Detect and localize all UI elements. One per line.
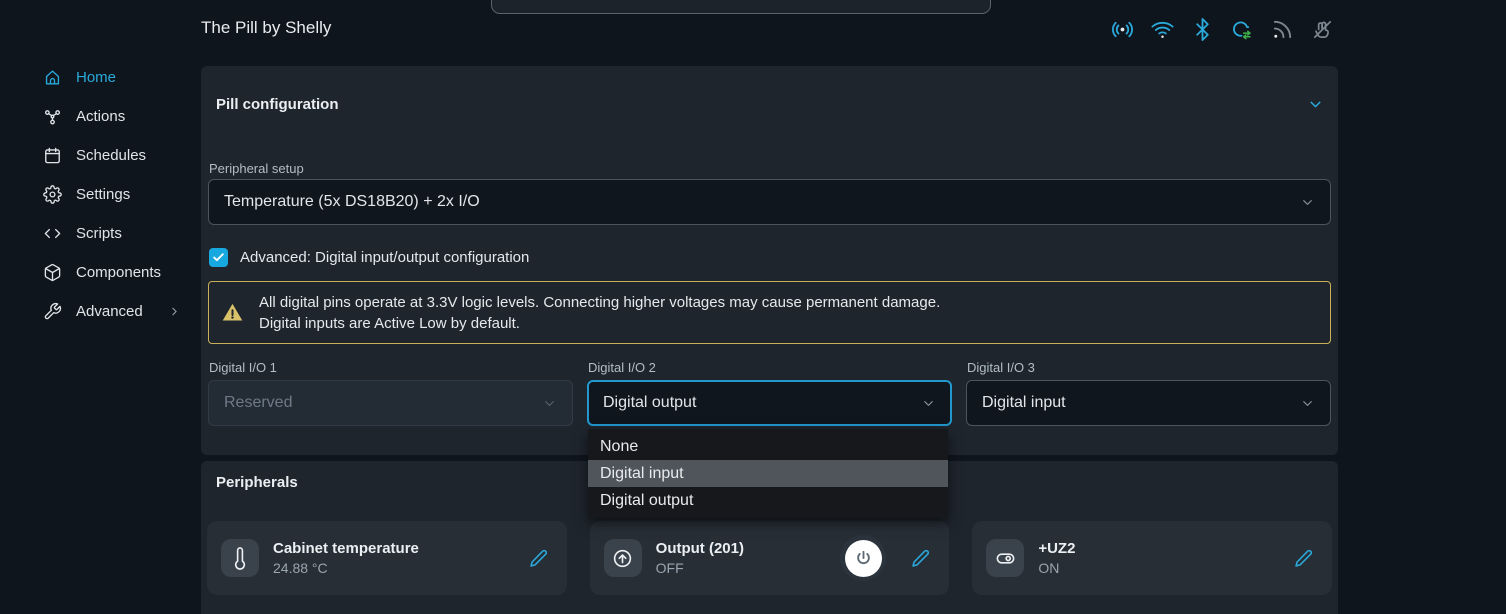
actions-icon	[43, 107, 62, 126]
sidebar-item-advanced[interactable]: Advanced	[0, 292, 200, 331]
wrench-icon	[43, 302, 62, 321]
dropdown-option-digital-input[interactable]: Digital input	[588, 460, 948, 487]
power-toggle-button[interactable]	[840, 535, 886, 581]
sidebar-item-settings[interactable]: Settings	[0, 175, 200, 214]
status-bar	[1110, 16, 1334, 42]
sidebar: Home Actions Schedules Settings Scripts …	[0, 58, 200, 331]
bluetooth-icon	[1190, 16, 1214, 42]
digital-io-2-field: Digital I/O 2 Digital output	[587, 360, 952, 426]
warning-icon	[221, 301, 244, 324]
sidebar-item-label: Actions	[76, 108, 125, 125]
home-icon	[43, 68, 62, 87]
calendar-icon	[43, 146, 62, 165]
sidebar-item-label: Scripts	[76, 225, 122, 242]
checkbox-label: Advanced: Digital input/output configura…	[240, 249, 529, 266]
search-input[interactable]	[491, 0, 991, 14]
panel-title: Peripherals	[216, 474, 298, 491]
dropdown-option-digital-output[interactable]: Digital output	[588, 487, 948, 514]
code-icon	[43, 224, 62, 243]
power-icon	[845, 540, 882, 577]
digital-io-1-value: Reserved	[224, 394, 292, 412]
gear-icon	[43, 185, 62, 204]
dropdown-option-none[interactable]: None	[588, 433, 948, 460]
output-icon	[604, 539, 642, 577]
digital-io-2-value: Digital output	[603, 394, 696, 412]
sidebar-item-label: Settings	[76, 186, 130, 203]
sidebar-item-home[interactable]: Home	[0, 58, 200, 97]
warning-banner: All digital pins operate at 3.3V logic l…	[208, 281, 1331, 344]
digital-io-3-label: Digital I/O 3	[967, 360, 1331, 375]
toggle-icon	[986, 539, 1024, 577]
cloud-sync-icon	[1230, 16, 1254, 42]
peripheral-info: +UZ2 ON	[1038, 540, 1279, 576]
peripheral-setup-label: Peripheral setup	[209, 161, 304, 176]
chevron-down-icon	[1300, 396, 1315, 411]
peripheral-name: Cabinet temperature	[273, 540, 514, 557]
peripheral-card-uz2: +UZ2 ON	[972, 521, 1332, 595]
chevron-down-icon[interactable]	[1307, 96, 1324, 113]
digital-io-row: Digital I/O 1 Reserved Digital I/O 2 Dig…	[208, 360, 1331, 426]
digital-io-3-field: Digital I/O 3 Digital input	[966, 360, 1331, 426]
page-title: The Pill by Shelly	[201, 18, 331, 38]
peripheral-status: OFF	[656, 560, 827, 576]
edit-button[interactable]	[1293, 548, 1314, 569]
chevron-down-icon	[542, 396, 557, 411]
digital-io-2-select[interactable]: Digital output	[587, 380, 952, 426]
peripheral-name: +UZ2	[1038, 540, 1279, 557]
wifi-icon	[1150, 16, 1174, 42]
thermometer-icon	[221, 539, 259, 577]
peripheral-status: ON	[1038, 560, 1279, 576]
peripheral-card-cabinet-temperature: Cabinet temperature 24.88 °C	[207, 521, 567, 595]
digital-io-1-select: Reserved	[208, 380, 573, 426]
gesture-disabled-icon	[1310, 16, 1334, 42]
chevron-down-icon	[1300, 195, 1315, 210]
digital-io-3-select[interactable]: Digital input	[966, 380, 1331, 426]
peripheral-setup-value: Temperature (5x DS18B20) + 2x I/O	[224, 193, 480, 211]
peripheral-name: Output (201)	[656, 540, 827, 557]
peripheral-info: Output (201) OFF	[656, 540, 827, 576]
edit-button[interactable]	[528, 548, 549, 569]
digital-io-1-field: Digital I/O 1 Reserved	[208, 360, 573, 426]
advanced-io-checkbox-row[interactable]: Advanced: Digital input/output configura…	[209, 248, 529, 267]
sidebar-item-actions[interactable]: Actions	[0, 97, 200, 136]
chevron-right-icon	[168, 305, 181, 318]
panel-title: Pill configuration	[216, 96, 339, 113]
peripherals-grid: Cabinet temperature 24.88 °C Output (201…	[207, 521, 1332, 595]
digital-io-3-value: Digital input	[982, 394, 1066, 412]
pill-configuration-panel: Pill configuration Peripheral setup Temp…	[201, 66, 1338, 455]
peripheral-card-output-201: Output (201) OFF	[590, 521, 950, 595]
sidebar-item-label: Schedules	[76, 147, 146, 164]
sidebar-item-label: Advanced	[76, 303, 143, 320]
sidebar-item-components[interactable]: Components	[0, 253, 200, 292]
edit-button[interactable]	[910, 548, 931, 569]
warning-line-2: Digital inputs are Active Low by default…	[259, 313, 940, 334]
rss-broadcast-icon	[1270, 16, 1294, 42]
chevron-down-icon	[921, 396, 936, 411]
peripheral-status: 24.88 °C	[273, 560, 514, 576]
warning-line-1: All digital pins operate at 3.3V logic l…	[259, 292, 940, 313]
sidebar-item-scripts[interactable]: Scripts	[0, 214, 200, 253]
digital-io-2-dropdown: None Digital input Digital output	[588, 429, 948, 518]
components-icon	[43, 263, 62, 282]
peripheral-setup-select[interactable]: Temperature (5x DS18B20) + 2x I/O	[208, 179, 1331, 225]
checkbox-checked-icon[interactable]	[209, 248, 228, 267]
sidebar-item-schedules[interactable]: Schedules	[0, 136, 200, 175]
sidebar-item-label: Home	[76, 69, 116, 86]
warning-text: All digital pins operate at 3.3V logic l…	[259, 292, 940, 334]
sidebar-item-label: Components	[76, 264, 161, 281]
access-point-icon	[1110, 16, 1134, 42]
peripheral-info: Cabinet temperature 24.88 °C	[273, 540, 514, 576]
digital-io-2-label: Digital I/O 2	[588, 360, 952, 375]
digital-io-1-label: Digital I/O 1	[209, 360, 573, 375]
